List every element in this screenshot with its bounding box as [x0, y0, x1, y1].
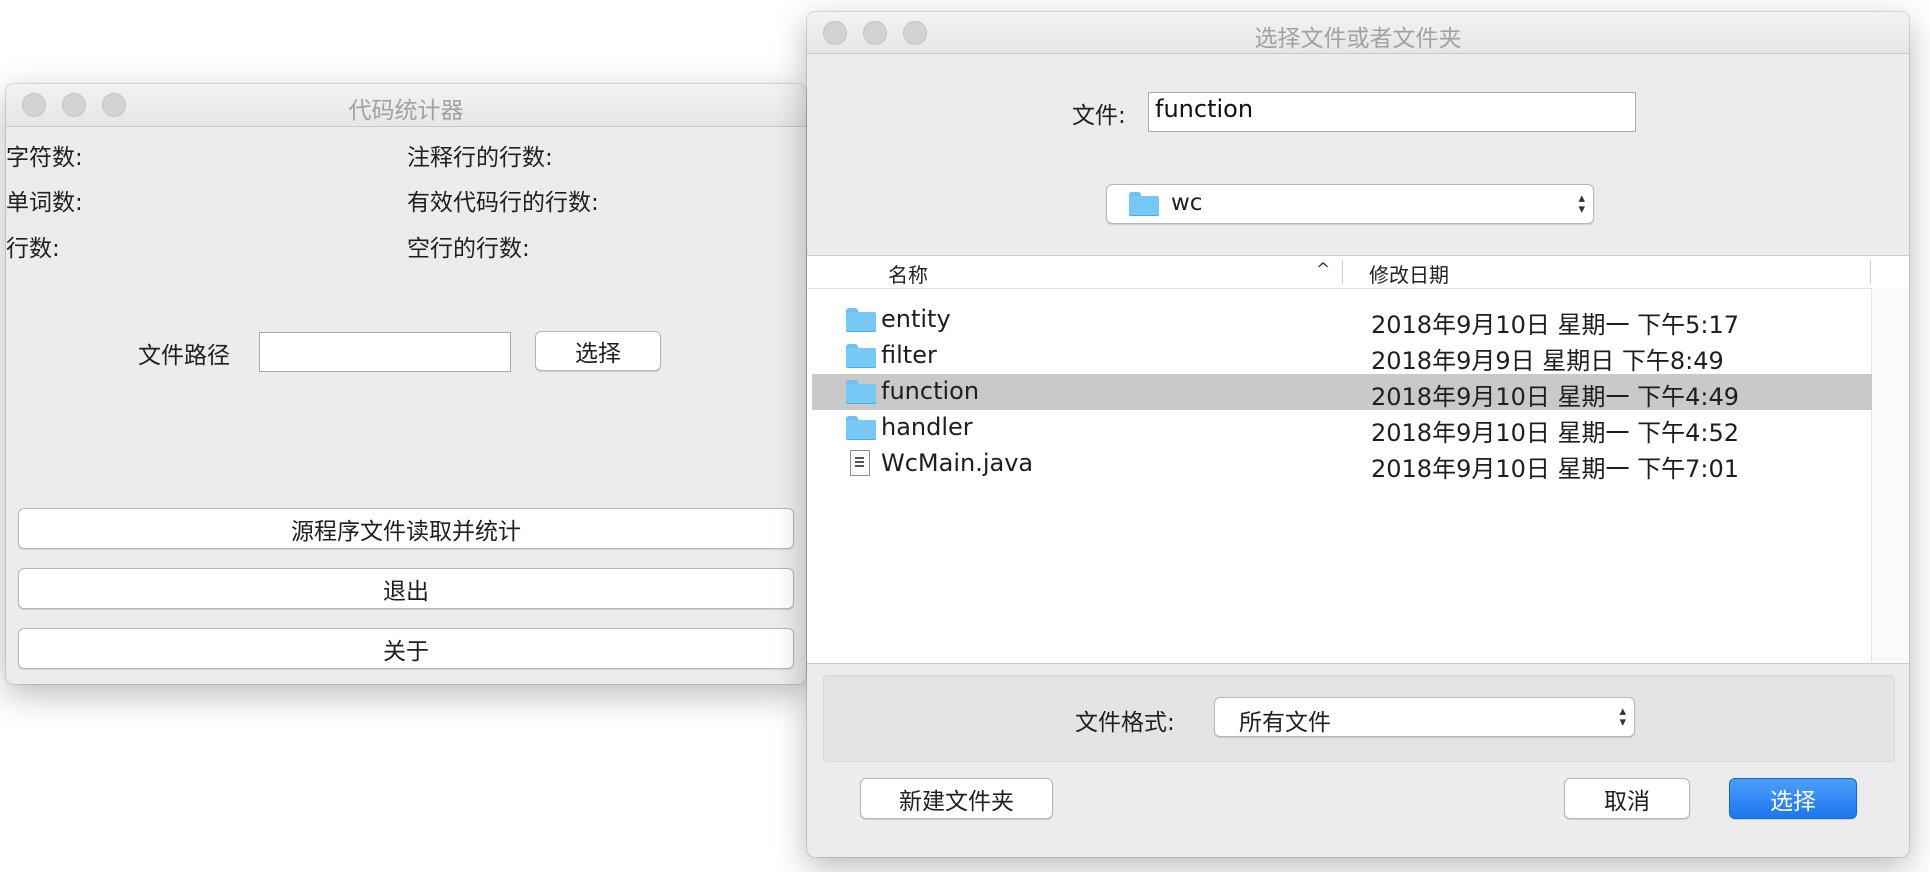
updown-arrows-icon: ▴ ▾: [1578, 191, 1585, 217]
lines-count-label: 行数:: [6, 236, 60, 262]
new-folder-button[interactable]: 新建文件夹: [860, 778, 1053, 819]
file-row[interactable]: handler 2018年9月10日 星期一 下午4:52: [812, 410, 1872, 447]
cancel-button[interactable]: 取消: [1564, 778, 1690, 819]
file-modified-date: 2018年9月10日 星期一 下午4:52: [1371, 419, 1740, 447]
file-name-label: 文件:: [1072, 103, 1126, 129]
words-count-label: 单词数:: [6, 190, 83, 216]
file-format-popup[interactable]: 所有文件 ▴ ▾: [1214, 697, 1635, 737]
location-name: wc: [1171, 190, 1203, 216]
column-divider: [1870, 260, 1871, 284]
choose-button[interactable]: 选择: [1729, 778, 1857, 819]
chooser-window-title: 选择文件或者文件夹: [1254, 26, 1462, 52]
chars-count-label: 字符数:: [6, 145, 83, 171]
file-row[interactable]: entity 2018年9月10日 星期一 下午5:17: [812, 302, 1872, 339]
file-row[interactable]: filter 2018年9月9日 星期日 下午8:49: [812, 338, 1872, 375]
counter-titlebar: 代码统计器: [6, 84, 806, 127]
file-modified-date: 2018年9月9日 星期日 下午8:49: [1371, 347, 1724, 375]
chooser-titlebar: 选择文件或者文件夹: [807, 12, 1909, 54]
folder-icon: [1129, 192, 1159, 216]
file-name: function: [881, 377, 980, 405]
file-modified-date: 2018年9月10日 星期一 下午7:01: [1371, 455, 1740, 483]
file-format-value: 所有文件: [1239, 710, 1331, 736]
file-path-label: 文件路径: [138, 343, 230, 369]
select-file-button[interactable]: 选择: [535, 331, 661, 371]
file-name-input[interactable]: function: [1148, 92, 1636, 132]
updown-arrows-icon: ▴ ▾: [1619, 704, 1626, 730]
about-button[interactable]: 关于: [18, 628, 794, 669]
file-row[interactable]: function 2018年9月10日 星期一 下午4:49: [812, 374, 1872, 411]
blank-lines-label: 空行的行数:: [407, 236, 530, 262]
column-divider: [1342, 260, 1343, 284]
comment-lines-label: 注释行的行数:: [407, 145, 553, 171]
file-modified-date: 2018年9月10日 星期一 下午5:17: [1371, 311, 1740, 339]
format-panel: 文件格式: 所有文件 ▴ ▾: [823, 675, 1895, 762]
folder-icon: [846, 344, 876, 368]
file-name: filter: [881, 341, 937, 369]
column-header-row: 名称 ^ 修改日期: [807, 256, 1871, 289]
read-and-count-button[interactable]: 源程序文件读取并统计: [18, 508, 794, 549]
folder-icon: [846, 416, 876, 440]
column-header-date[interactable]: 修改日期: [1369, 259, 1449, 288]
file-chooser-window: 选择文件或者文件夹 文件: function wc ▴ ▾ 名称 ^ 修改日期 文…: [807, 12, 1909, 857]
location-popup[interactable]: wc ▴ ▾: [1106, 184, 1594, 224]
file-name: entity: [881, 305, 951, 333]
exit-button[interactable]: 退出: [18, 568, 794, 609]
folder-icon: [846, 380, 876, 404]
file-name: WcMain.java: [881, 449, 1034, 477]
scrollbar-track[interactable]: [1871, 288, 1909, 662]
code-lines-label: 有效代码行的行数:: [407, 190, 599, 216]
sort-ascending-icon[interactable]: ^: [1316, 260, 1330, 280]
column-header-name[interactable]: 名称: [888, 259, 928, 288]
code-counter-window: 代码统计器 字符数: 注释行的行数: 单词数: 有效代码行的行数: 行数: 空行…: [6, 84, 806, 684]
java-file-icon: [850, 450, 870, 476]
file-format-label: 文件格式:: [1075, 710, 1175, 736]
counter-window-title: 代码统计器: [348, 98, 464, 124]
folder-icon: [846, 308, 876, 332]
file-path-input[interactable]: [259, 332, 511, 372]
file-modified-date: 2018年9月10日 星期一 下午4:49: [1371, 383, 1740, 411]
file-row[interactable]: WcMain.java 2018年9月10日 星期一 下午7:01: [812, 446, 1872, 483]
file-name: handler: [881, 413, 973, 441]
